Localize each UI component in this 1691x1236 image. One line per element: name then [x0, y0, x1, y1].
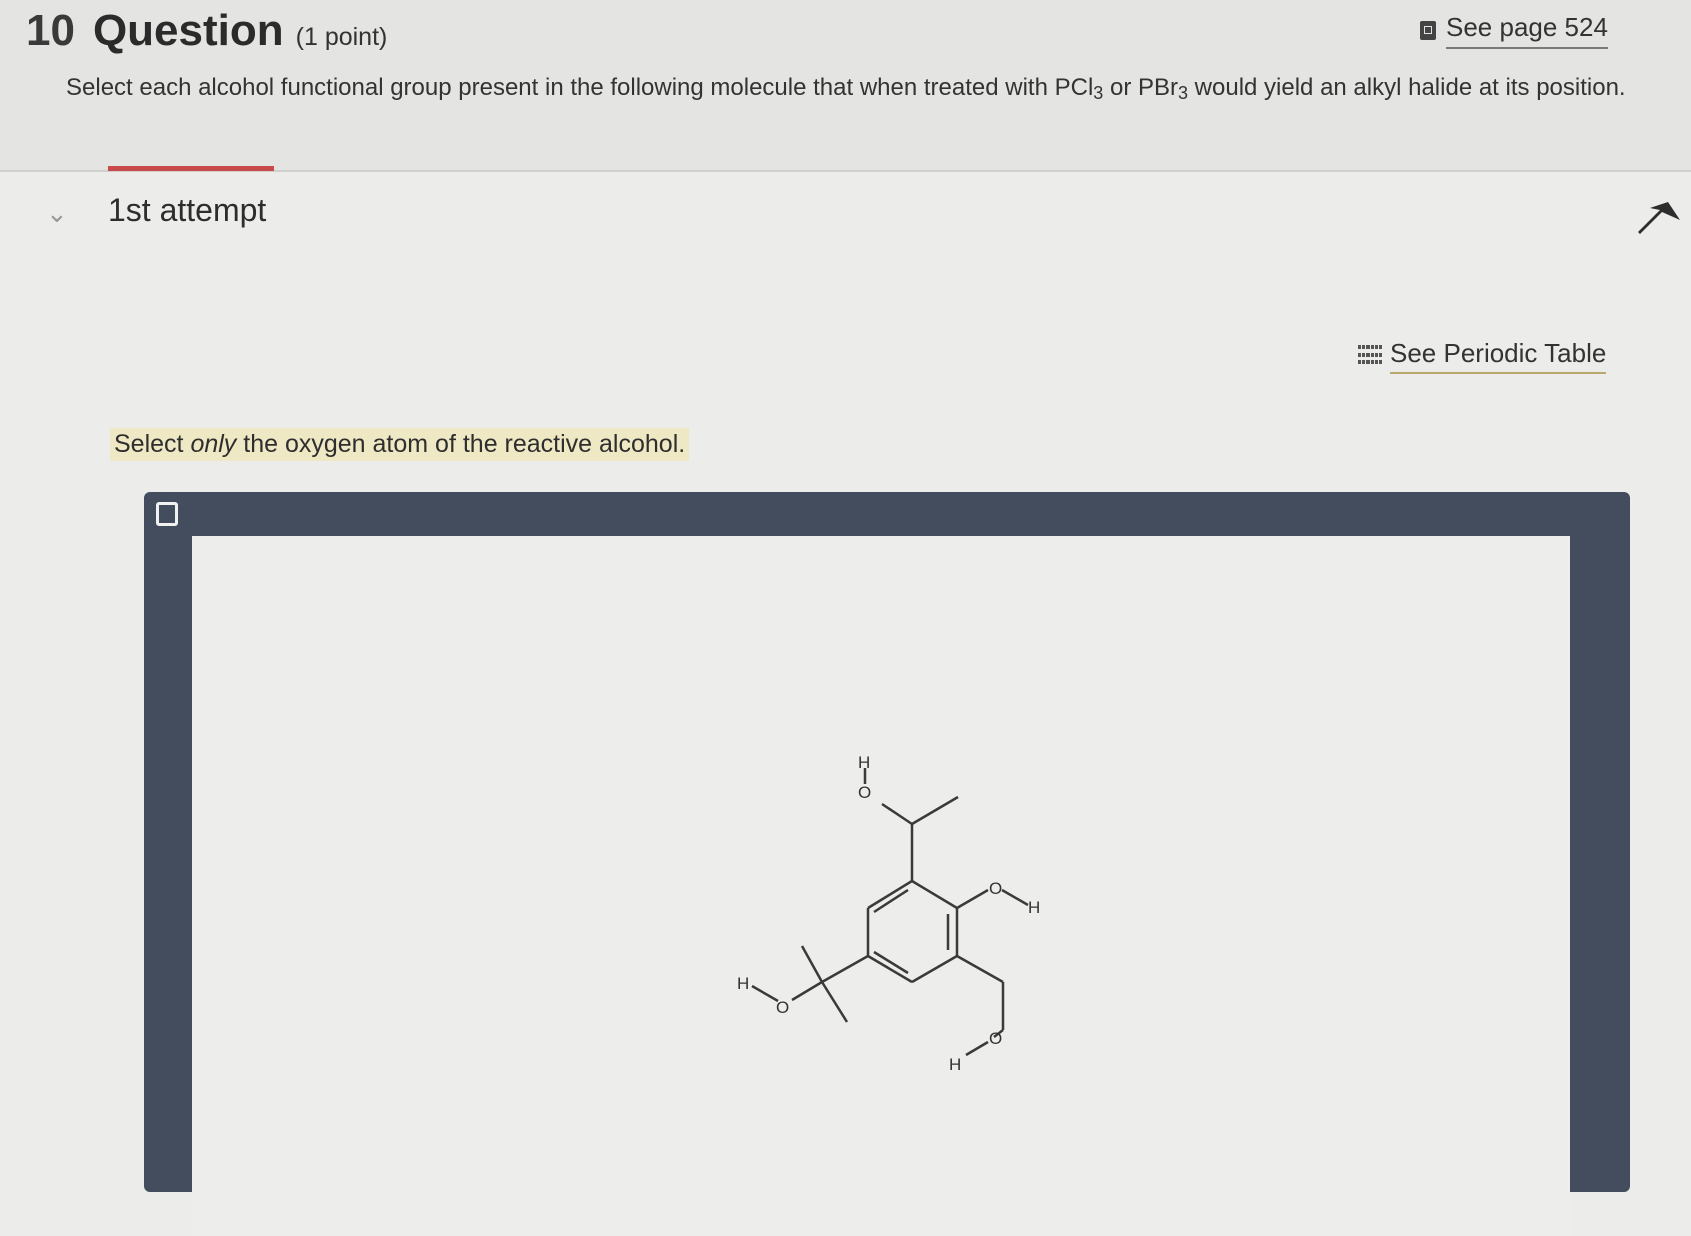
- document-icon[interactable]: [156, 502, 178, 526]
- molecule-viewer-frame: H O O H O H O H: [144, 492, 1630, 1236]
- periodic-table-link[interactable]: See Periodic Table: [1358, 338, 1607, 374]
- periodic-table-label[interactable]: See Periodic Table: [1390, 338, 1607, 374]
- molecule-structure: H O O H O H O H: [737, 753, 1040, 1074]
- question-label: Question: [92, 6, 284, 55]
- instruction-part-1: Select: [114, 430, 191, 458]
- question-prompt: Select each alcohol functional group pre…: [66, 74, 1626, 104]
- prompt-subscript-2: 3: [1177, 83, 1188, 103]
- attempt-tab-accent: [108, 166, 274, 171]
- prompt-text-1: Select each alcohol functional group pre…: [66, 74, 1094, 101]
- question-title: 10 Question (1 point): [26, 6, 387, 56]
- question-number: 10: [26, 6, 75, 55]
- molecule-canvas[interactable]: H O O H O H O H: [192, 536, 1570, 1236]
- atom-h-left: H: [737, 974, 749, 993]
- collapse-arrow-icon[interactable]: [1636, 198, 1684, 238]
- prompt-subscript-1: 3: [1093, 83, 1104, 103]
- see-page-label[interactable]: See page 524: [1446, 12, 1608, 49]
- oxygen-atom-left[interactable]: O: [776, 998, 789, 1017]
- prompt-text-2: or PBr: [1103, 74, 1178, 101]
- oxygen-atom-bottom[interactable]: O: [989, 1029, 1002, 1048]
- atom-h-top: H: [858, 753, 870, 772]
- periodic-table-icon: [1358, 345, 1382, 367]
- instruction-text: Select only the oxygen atom of the react…: [110, 428, 690, 461]
- chevron-down-icon[interactable]: ⌄: [46, 198, 68, 229]
- atom-h-right: H: [1028, 898, 1040, 917]
- oxygen-atom-right[interactable]: O: [989, 879, 1002, 898]
- book-icon: [1420, 21, 1436, 40]
- atom-h-bottom: H: [949, 1055, 961, 1074]
- attempt-heading[interactable]: 1st attempt: [108, 192, 266, 229]
- see-page-link[interactable]: See page 524: [1420, 12, 1608, 49]
- question-points: (1 point): [295, 23, 388, 51]
- instruction-emphasis: only: [190, 430, 237, 458]
- instruction-part-2: the oxygen atom of the reactive alcohol.: [236, 430, 686, 458]
- prompt-text-3: would yield an alkyl halide at its posit…: [1188, 74, 1626, 101]
- oxygen-atom-top[interactable]: O: [858, 783, 871, 802]
